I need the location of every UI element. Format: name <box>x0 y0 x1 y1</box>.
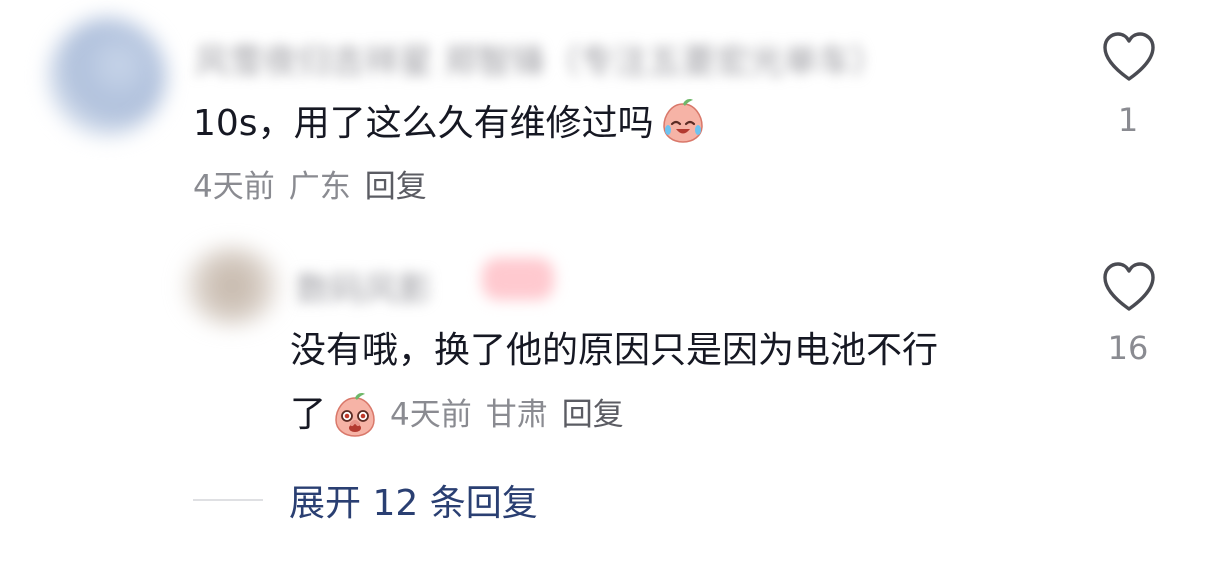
reply-like-count: 16 <box>1107 329 1149 367</box>
commenter-avatar[interactable] <box>48 18 166 136</box>
reply-location: 甘肃 <box>485 396 548 433</box>
expand-replies-row[interactable]: 展开 12 条回复 <box>193 474 538 526</box>
expand-replies-button[interactable]: 展开 12 条回复 <box>289 474 538 526</box>
shy-peach-icon <box>335 393 375 437</box>
comment-reply-button[interactable]: 回复 <box>365 169 427 205</box>
comment-meta: 4天前 广东 回复 <box>193 172 441 203</box>
comment-time: 4天前 <box>193 169 275 205</box>
reply-meta: 4天前 甘肃 回复 <box>390 396 638 433</box>
crying-laughing-peach-icon <box>662 99 703 143</box>
expand-divider <box>193 499 263 501</box>
reply-reply-button[interactable]: 回复 <box>562 397 624 433</box>
heart-icon[interactable] <box>1100 260 1158 314</box>
commenter-name[interactable]: 风雪夜归吉祥星 郑智锋（专注五菱宏光单车） <box>195 34 886 83</box>
comment-like-count: 1 <box>1117 101 1139 139</box>
comment-location: 广东 <box>288 169 351 205</box>
comment-text: 10s，用了这么久有维修过吗 <box>193 99 708 146</box>
replier-name[interactable]: 数码风影 <box>296 262 432 311</box>
author-badge: 作者 <box>482 258 554 300</box>
reply-text-line2-row: 了 4天前 甘肃 回复 <box>290 390 638 440</box>
heart-icon[interactable] <box>1100 30 1158 84</box>
reply-text-line2: 了 <box>290 394 327 435</box>
reply-text-line1: 没有哦，换了他的原因只是因为电池不行 <box>290 330 939 371</box>
replier-avatar[interactable] <box>182 246 282 326</box>
reply-time: 4天前 <box>390 396 472 433</box>
comment-body: 10s，用了这么久有维修过吗 <box>193 103 654 144</box>
